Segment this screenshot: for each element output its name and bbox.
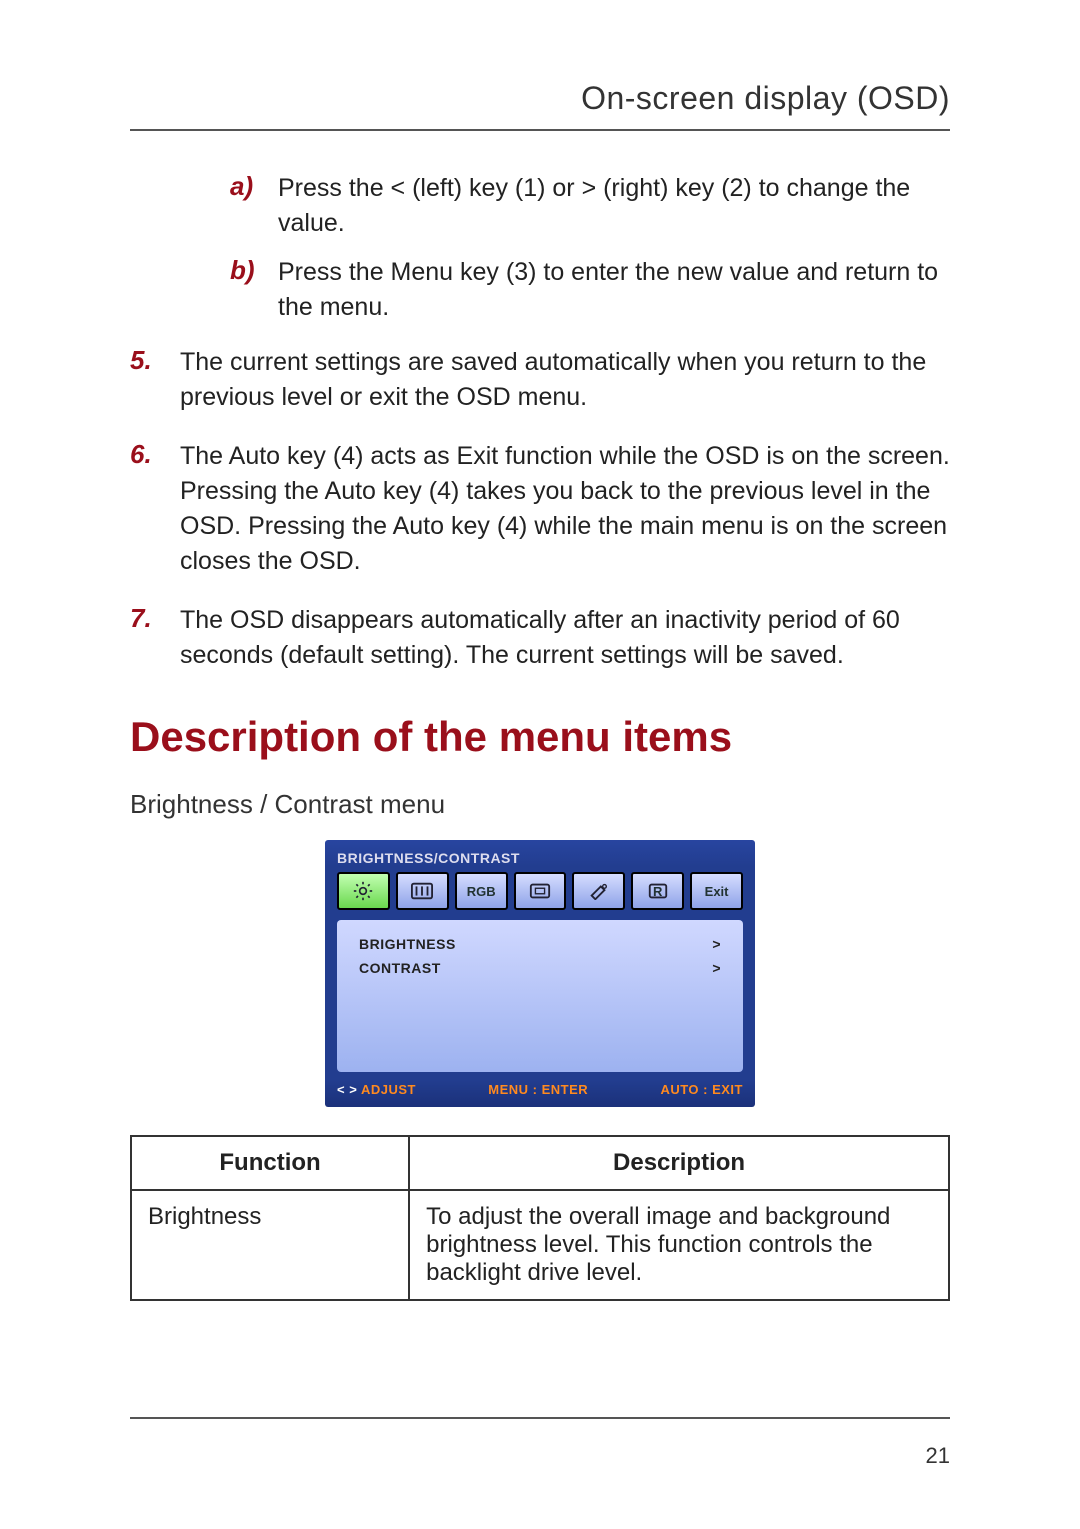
osd-tab-image[interactable] xyxy=(396,872,449,910)
step-list: 5. The current settings are saved automa… xyxy=(130,345,950,673)
image-adjust-icon xyxy=(411,882,433,900)
substep-marker: b) xyxy=(230,255,278,286)
step-text: The OSD disappears automatically after a… xyxy=(180,603,950,673)
table-row: Brightness To adjust the overall image a… xyxy=(131,1190,949,1300)
osd-row-contrast[interactable]: CONTRAST > xyxy=(359,960,721,976)
table-header-description: Description xyxy=(409,1136,949,1190)
table-cell-function: Brightness xyxy=(131,1190,409,1300)
osd-footer-auto: AUTO : EXIT xyxy=(660,1082,743,1097)
rgb-label: RGB xyxy=(467,884,496,899)
osd-row-label: BRIGHTNESS xyxy=(359,936,456,952)
substep-marker: a) xyxy=(230,171,278,202)
step-5: 5. The current settings are saved automa… xyxy=(130,345,950,415)
osd-row-label: CONTRAST xyxy=(359,960,441,976)
substep-text: Press the < (left) key (1) or > (right) … xyxy=(278,171,950,241)
exit-label: Exit xyxy=(705,884,729,899)
chevron-right-icon: > xyxy=(712,936,721,952)
osd-screenshot: BRIGHTNESS/CONTRAST RGB xyxy=(130,840,950,1107)
osd-tab-color[interactable]: RGB xyxy=(455,872,508,910)
page-header: On-screen display (OSD) xyxy=(130,80,950,131)
section-heading: Description of the menu items xyxy=(130,713,950,761)
osd-tab-position[interactable] xyxy=(514,872,567,910)
subsection-heading: Brightness / Contrast menu xyxy=(130,789,950,820)
adjust-label: ADJUST xyxy=(361,1082,416,1097)
step-6: 6. The Auto key (4) acts as Exit functio… xyxy=(130,439,950,579)
position-screen-icon xyxy=(529,882,551,900)
table-cell-description: To adjust the overall image and backgrou… xyxy=(409,1190,949,1300)
brightness-sun-icon xyxy=(353,881,373,901)
osd-tab-exit[interactable]: Exit xyxy=(690,872,743,910)
table-header-function: Function xyxy=(131,1136,409,1190)
osd-tab-brightness[interactable] xyxy=(337,872,390,910)
osd-tab-reset[interactable]: R xyxy=(631,872,684,910)
osd-footer: < > ADJUST MENU : ENTER AUTO : EXIT xyxy=(337,1072,743,1097)
osd-footer-adjust: < > ADJUST xyxy=(337,1082,416,1097)
step-text: The current settings are saved automatic… xyxy=(180,345,950,415)
osd-tab-bar: RGB R xyxy=(337,872,743,910)
step-marker: 6. xyxy=(130,439,180,470)
table-header-row: Function Description xyxy=(131,1136,949,1190)
osd-title: BRIGHTNESS/CONTRAST xyxy=(337,850,743,866)
osd-footer-menu: MENU : ENTER xyxy=(488,1082,588,1097)
substep-list: a) Press the < (left) key (1) or > (righ… xyxy=(230,171,950,325)
page-number: 21 xyxy=(926,1443,950,1469)
substep-text: Press the Menu key (3) to enter the new … xyxy=(278,255,950,325)
function-description-table: Function Description Brightness To adjus… xyxy=(130,1135,950,1301)
chevron-right-icon: > xyxy=(712,960,721,976)
osd-window: BRIGHTNESS/CONTRAST RGB xyxy=(325,840,755,1107)
page-header-title: On-screen display (OSD) xyxy=(130,80,950,117)
manual-page: On-screen display (OSD) a) Press the < (… xyxy=(0,0,1080,1529)
substep-b: b) Press the Menu key (3) to enter the n… xyxy=(230,255,950,325)
substep-a: a) Press the < (left) key (1) or > (righ… xyxy=(230,171,950,241)
osd-row-brightness[interactable]: BRIGHTNESS > xyxy=(359,936,721,952)
adjust-arrows-icon: < > xyxy=(337,1082,357,1097)
step-marker: 5. xyxy=(130,345,180,376)
step-text: The Auto key (4) acts as Exit function w… xyxy=(180,439,950,579)
step-7: 7. The OSD disappears automatically afte… xyxy=(130,603,950,673)
setup-tools-icon xyxy=(588,882,610,900)
osd-body: BRIGHTNESS > CONTRAST > xyxy=(337,920,743,1072)
footer-rule xyxy=(130,1417,950,1419)
osd-tab-setup[interactable] xyxy=(572,872,625,910)
step-marker: 7. xyxy=(130,603,180,634)
r-label: R xyxy=(653,884,662,899)
